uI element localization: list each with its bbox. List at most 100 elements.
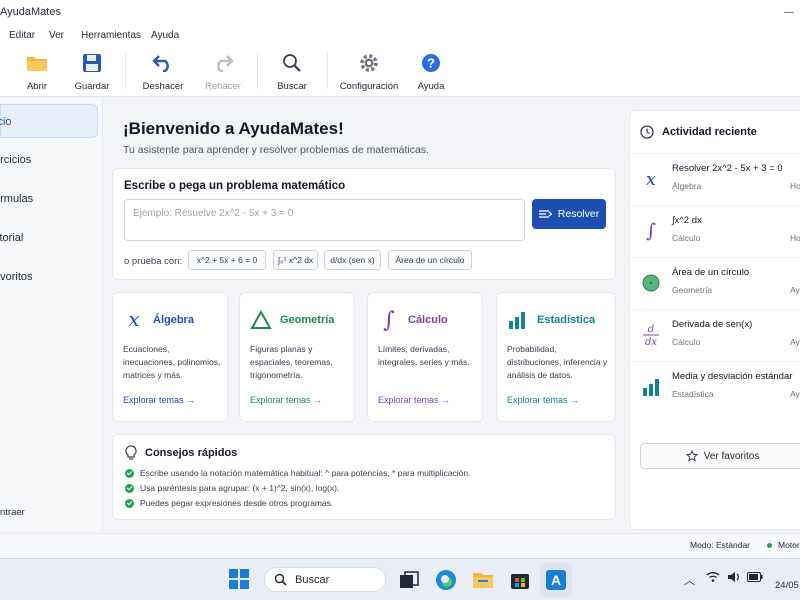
window-controls: — <box>778 0 800 25</box>
floppy-disk-icon <box>62 51 122 75</box>
problem-input-card: Escribe o pega un problema matemático Ej… <box>112 168 616 280</box>
ayudamates-app-icon[interactable]: A <box>544 568 568 592</box>
recent-item[interactable]: Área de un círculo Geometría Ay <box>630 257 800 309</box>
lightbulb-icon <box>125 445 137 460</box>
windows-start-icon[interactable] <box>229 569 249 589</box>
sidebar-item-home[interactable]: icio <box>0 104 98 138</box>
bar-chart-icon <box>509 312 525 329</box>
view-favorites-button[interactable]: Ver favoritos <box>640 443 800 469</box>
check-icon <box>125 483 134 493</box>
solve-icon <box>538 210 552 218</box>
status-engine: Motor <box>778 540 800 550</box>
arrow-right-icon: → <box>441 395 451 405</box>
explore-link[interactable]: Explorar temas → <box>123 395 195 405</box>
search-button[interactable]: Buscar <box>262 51 322 92</box>
sidebar-collapse-button[interactable]: ntraer <box>0 507 25 518</box>
tips-title: Consejos rápidos <box>145 447 238 459</box>
topic-description: Probabilidad, distribuciones, inferencia… <box>507 344 608 380</box>
explore-link[interactable]: Explorar temas → <box>378 395 450 405</box>
topic-title: Estadística <box>537 314 596 326</box>
topic-title: Geometría <box>280 314 335 326</box>
page-subtitle: Tu asistente para aprender y resolver pr… <box>123 144 430 156</box>
menu-tools[interactable]: Herramientas <box>81 30 141 41</box>
example-chip[interactable]: d/dx (sen x) <box>324 250 381 270</box>
gear-icon <box>339 51 399 75</box>
topic-card-geometry[interactable]: Geometría Figuras planas y espaciales, t… <box>239 292 355 422</box>
try-label: o prueba con: <box>124 256 183 267</box>
volume-icon[interactable] <box>727 571 741 583</box>
battery-icon[interactable] <box>747 572 763 582</box>
svg-text:d: d <box>648 324 654 335</box>
sidebar-item-formulas[interactable]: ormulas <box>0 182 98 216</box>
open-button[interactable]: Abrir <box>7 51 67 92</box>
sidebar-item-exercises[interactable]: ercicios <box>0 143 98 177</box>
edge-browser-icon[interactable] <box>434 568 458 592</box>
redo-icon <box>193 51 253 75</box>
menu-help[interactable]: Ayuda <box>151 30 179 41</box>
example-chip[interactable]: ∫₀¹ x^2 dx <box>273 250 318 270</box>
chevron-up-icon[interactable]: ︿ <box>684 572 695 588</box>
help-button[interactable]: ? Ayuda <box>401 51 461 92</box>
save-button[interactable]: Guardar <box>62 51 122 92</box>
undo-button[interactable]: Deshacer <box>133 51 193 92</box>
topic-card-statistics[interactable]: Estadística Probabilidad, distribuciones… <box>496 292 616 422</box>
svg-text:A: A <box>551 572 561 588</box>
explore-link[interactable]: Explorar temas → <box>250 395 322 405</box>
menu-edit[interactable]: Editar <box>9 30 35 41</box>
title-bar: AyudaMates — <box>0 0 800 25</box>
file-explorer-icon[interactable] <box>471 568 495 592</box>
svg-text:∫: ∫ <box>383 309 395 331</box>
solve-button[interactable]: Resolver <box>532 199 606 229</box>
folder-icon <box>7 51 67 75</box>
toolbar: Abrir Guardar Deshacer Rehacer Buscar Co… <box>0 45 800 97</box>
search-icon <box>274 573 287 586</box>
toolbar-separator <box>327 53 328 89</box>
topic-card-algebra[interactable]: x Álgebra Ecuaciones, inecuaciones, poli… <box>112 292 228 422</box>
tip-item: Escribe usando la notación matemática ha… <box>125 468 470 478</box>
integral-icon: ∫ <box>383 309 395 331</box>
page-title: ¡Bienvenido a AyudaMates! <box>123 119 344 138</box>
bar-chart-icon <box>640 376 662 398</box>
recent-item[interactable]: x Resolver 2x^2 - 5x + 3 = 0 Álgebra Ho <box>630 153 800 205</box>
svg-text:?: ? <box>427 56 435 71</box>
x-icon: x <box>128 309 139 331</box>
undo-icon <box>133 51 193 75</box>
window-title: AyudaMates <box>0 6 61 18</box>
magnifier-icon <box>262 51 322 75</box>
redo-button[interactable]: Rehacer <box>193 51 253 92</box>
star-icon <box>685 450 698 462</box>
arrow-right-icon: → <box>313 395 323 405</box>
tip-item: Usa paréntesis para agrupar: (x + 1)^2, … <box>125 483 339 493</box>
problem-input[interactable]: Ejemplo: Resuelve 2x^2 - 5x + 3 = 0 <box>124 199 525 241</box>
recent-item[interactable]: d dx Derivada de sen(x) Cálculo Ay <box>630 309 800 361</box>
arrow-right-icon: → <box>570 395 580 405</box>
sidebar-item-favorites[interactable]: avoritos <box>0 260 98 294</box>
wifi-icon[interactable] <box>706 571 720 583</box>
task-view-icon[interactable] <box>397 568 421 592</box>
taskbar: Buscar A ︿ 24/05 <box>0 558 800 600</box>
settings-button[interactable]: Configuración <box>339 51 399 92</box>
topic-description: Figuras planas y espaciales, teoremas, t… <box>250 344 333 380</box>
store-icon[interactable] <box>508 568 532 592</box>
x-icon: x <box>640 168 662 190</box>
svg-text:x: x <box>128 309 139 331</box>
svg-text:x: x <box>646 169 656 189</box>
status-indicator-icon <box>767 543 772 548</box>
sidebar-item-history[interactable]: storial <box>0 221 98 255</box>
topic-title: Álgebra <box>153 314 194 326</box>
topic-description: Límites, derivadas, integrales, series y… <box>378 344 470 367</box>
taskbar-date[interactable]: 24/05 <box>775 580 799 591</box>
recent-item[interactable]: Media y desviación estándar Estadística … <box>630 361 800 413</box>
check-icon <box>125 498 134 508</box>
menu-bar: Editar Ver Herramientas Ayuda <box>0 25 800 45</box>
example-chip[interactable]: Área de un círculo <box>388 250 472 270</box>
topic-description: Ecuaciones, inecuaciones, polinomios, ma… <box>123 344 221 380</box>
menu-view[interactable]: Ver <box>49 30 64 41</box>
minimize-button[interactable]: — <box>778 0 800 25</box>
example-chip[interactable]: x^2 + 5x + 6 = 0 <box>188 250 266 270</box>
explore-link[interactable]: Explorar temas → <box>507 395 579 405</box>
integral-icon: ∫ <box>640 220 662 242</box>
recent-item[interactable]: ∫ ∫x^2 dx Cálculo Ho <box>630 205 800 257</box>
topic-card-calculus[interactable]: ∫ Cálculo Límites, derivadas, integrales… <box>367 292 483 422</box>
taskbar-search[interactable]: Buscar <box>264 567 386 592</box>
